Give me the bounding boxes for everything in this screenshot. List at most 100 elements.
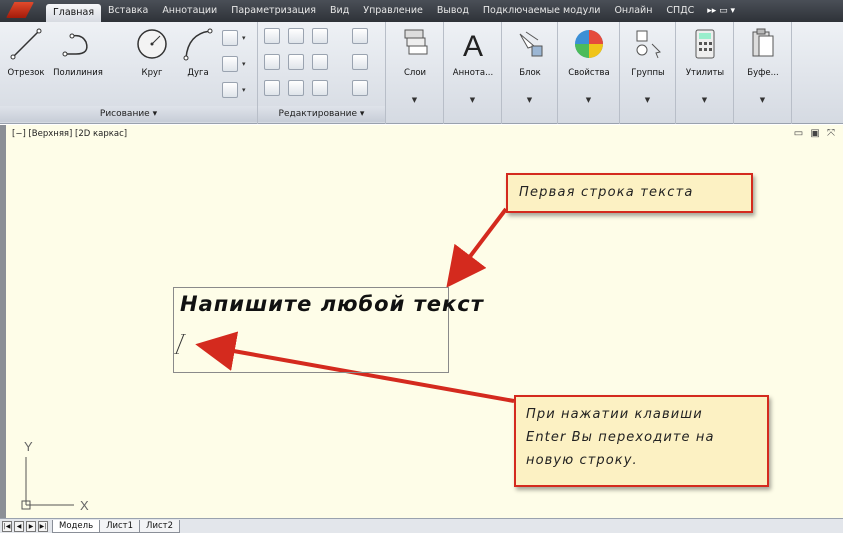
array-icon[interactable] (312, 80, 328, 96)
callout-enter-line1: При нажатии клавиши (526, 407, 703, 422)
clipboard-button[interactable]: Буфе... (737, 26, 789, 78)
tab-sheet1[interactable]: Лист1 (99, 519, 141, 533)
more-tabs-icon[interactable]: ▸▸ ▭ ▾ (701, 6, 735, 16)
explode-icon[interactable] (352, 54, 368, 70)
block-label: Блок (519, 68, 541, 78)
erase-icon[interactable] (352, 28, 368, 44)
properties-button[interactable]: Свойства (563, 26, 615, 78)
move-icon[interactable] (264, 28, 280, 44)
callout-first-line: Первая строка текста (506, 173, 753, 213)
chevron-down-icon[interactable]: ▾ (242, 60, 246, 68)
arrow-to-first-line (446, 207, 508, 288)
prev-layout-button[interactable]: ◀ (14, 520, 24, 532)
hatch-tool-icon[interactable] (222, 82, 238, 98)
polyline-tool-button[interactable]: Полилиния (52, 26, 104, 78)
draw-panel-title[interactable]: Рисование ▾ (0, 106, 257, 122)
clipboard-label: Буфе... (747, 68, 779, 78)
autocad-logo-icon (6, 2, 34, 18)
ucs-x-label: X (80, 498, 89, 513)
fillet-icon[interactable] (312, 54, 328, 70)
utilities-label: Утилиты (685, 68, 725, 78)
tab-manage[interactable]: Управление (356, 2, 430, 20)
block-icon (519, 31, 543, 57)
groups-panel: Группы ▼ (620, 22, 676, 124)
stretch-icon[interactable] (264, 80, 280, 96)
polyline-icon (62, 33, 88, 57)
layers-label: Слои (403, 68, 427, 78)
chevron-down-icon[interactable]: ▾ (242, 34, 246, 42)
line-icon (10, 28, 42, 60)
mirror-icon[interactable] (288, 54, 304, 70)
ellipse-tool-icon[interactable] (222, 56, 238, 72)
arc-tool-button[interactable]: Дуга (172, 26, 224, 78)
tab-output[interactable]: Вывод (430, 2, 476, 20)
mtext-editor-box[interactable]: Напишите любой текст (173, 287, 483, 373)
typed-text[interactable]: Напишите любой текст (180, 292, 484, 316)
block-panel: Блок ▼ (502, 22, 558, 124)
tab-spds[interactable]: СПДС (659, 2, 701, 20)
properties-icon (575, 30, 603, 58)
arc-icon (183, 28, 213, 61)
layers-button[interactable]: Слои (389, 26, 441, 78)
copy-icon[interactable] (264, 54, 280, 70)
polyline-tool-label: Полилиния (53, 68, 103, 78)
draw-panel: Отрезок Полилиния Круг Дуга ▾ ▾ ▾ Рисова… (0, 22, 258, 124)
circle-tool-label: Круг (141, 68, 163, 78)
ucs-y-label: Y (24, 439, 33, 454)
layout-tab-bar: |◀ ◀ ▶ ▶| Модель Лист1 Лист2 (0, 518, 843, 533)
ucs-icon: Y X (21, 439, 89, 513)
chevron-down-icon[interactable]: ▼ (470, 96, 475, 104)
tab-online[interactable]: Онлайн (607, 2, 659, 20)
arc-tool-label: Дуга (187, 68, 209, 78)
last-layout-button[interactable]: ▶| (38, 520, 48, 532)
groups-icon (636, 30, 661, 59)
tab-plugins[interactable]: Подключаемые модули (476, 2, 608, 20)
callout-enter-key: При нажатии клавиши Enter Вы переходите … (514, 395, 769, 487)
chevron-down-icon[interactable]: ▼ (586, 96, 591, 104)
tab-view[interactable]: Вид (323, 2, 356, 20)
tab-model[interactable]: Модель (52, 519, 101, 533)
chevron-down-icon[interactable]: ▼ (527, 96, 532, 104)
properties-label: Свойства (568, 68, 610, 78)
chevron-down-icon[interactable]: ▼ (645, 96, 650, 104)
groups-label: Группы (631, 68, 665, 78)
next-layout-button[interactable]: ▶ (26, 520, 36, 532)
tab-sheet2[interactable]: Лист2 (139, 519, 180, 533)
application-menu-button[interactable] (0, 0, 46, 22)
block-button[interactable]: Блок (504, 26, 556, 78)
annotation-button[interactable]: A Аннота... (447, 26, 499, 78)
trim-icon[interactable] (312, 28, 328, 44)
clipboard-icon (752, 28, 774, 57)
utilities-panel: Утилиты ▼ (676, 22, 734, 124)
annotation-label: Аннота... (452, 68, 494, 78)
first-layout-button[interactable]: |◀ (2, 520, 12, 532)
chevron-down-icon[interactable]: ▼ (702, 96, 707, 104)
chevron-down-icon[interactable]: ▾ (242, 86, 246, 94)
callout-enter-line2: Enter Вы переходите на (526, 430, 715, 445)
utilities-icon (695, 29, 715, 59)
chevron-down-icon[interactable]: ▼ (760, 96, 765, 104)
drawing-canvas[interactable]: [−] [Верхняя] [2D каркас] ▭ ▣ ⤧ Напишите… (0, 125, 843, 518)
callout-enter-line3: новую строку. (526, 453, 638, 468)
tab-insert[interactable]: Вставка (101, 2, 155, 20)
callout-first-line-text: Первая строка текста (519, 185, 694, 200)
rotate-icon[interactable] (288, 28, 304, 44)
modify-panel-title[interactable]: Редактирование ▾ (258, 106, 385, 122)
annotation-panel: A Аннота... ▼ (444, 22, 502, 124)
line-tool-button[interactable]: Отрезок (0, 26, 52, 78)
tab-annotate[interactable]: Аннотации (155, 2, 224, 20)
chevron-down-icon[interactable]: ▼ (412, 96, 417, 104)
annotation-icon: A (463, 30, 483, 63)
viewport-window-controls[interactable]: ▭ ▣ ⤧ (794, 128, 837, 139)
viewport-controls-label[interactable]: [−] [Верхняя] [2D каркас] (12, 129, 127, 139)
properties-panel: Свойства ▼ (558, 22, 620, 124)
utilities-button[interactable]: Утилиты (679, 26, 731, 78)
line-tool-label: Отрезок (7, 68, 45, 78)
tab-home[interactable]: Главная (46, 4, 102, 22)
rectangle-tool-icon[interactable] (222, 30, 238, 46)
circle-tool-button[interactable]: Круг (126, 26, 178, 78)
groups-button[interactable]: Группы (622, 26, 674, 78)
offset-icon[interactable] (352, 80, 368, 96)
tab-parametric[interactable]: Параметризация (224, 2, 323, 20)
scale-icon[interactable] (288, 80, 304, 96)
